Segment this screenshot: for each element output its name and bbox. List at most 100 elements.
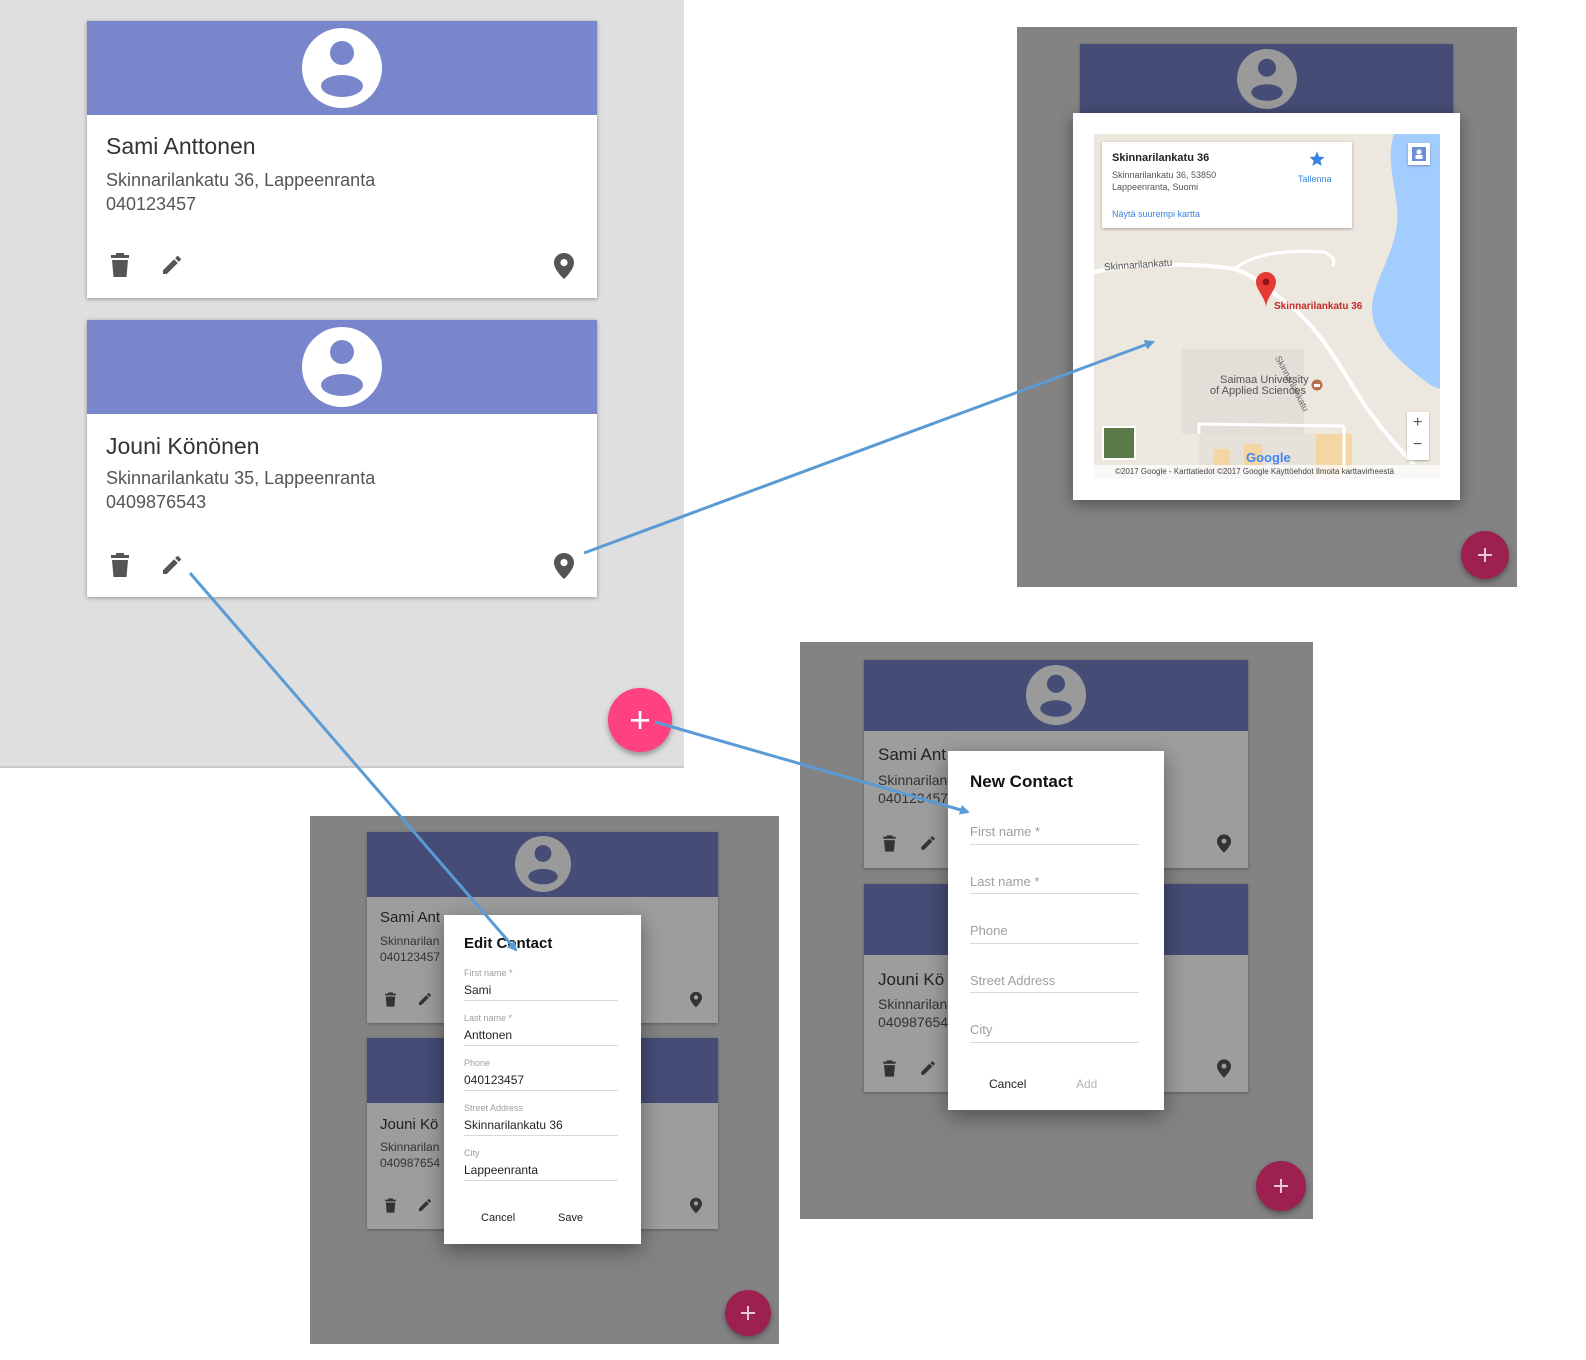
location-pin-icon[interactable] <box>554 553 574 579</box>
edit-icon[interactable] <box>919 1059 937 1077</box>
location-pin-icon[interactable] <box>1217 1059 1231 1078</box>
contact-phone: 0409876543 <box>106 492 207 512</box>
person-icon <box>1412 147 1426 161</box>
field-label: Phone <box>970 923 1008 938</box>
contact-card: Sami Anttonen Skinnarilankatu 36, Lappee… <box>87 21 597 298</box>
field-label: City <box>464 1148 480 1158</box>
account-circle-icon <box>1026 665 1086 725</box>
contact-phone: 040123457 <box>878 790 949 806</box>
field-label: First name * <box>464 968 513 978</box>
cancel-button[interactable]: Cancel <box>989 1077 1026 1091</box>
add-contact-button[interactable] <box>1256 1161 1306 1211</box>
add-icon <box>631 711 649 729</box>
add-contact-button[interactable] <box>608 688 672 752</box>
cancel-button[interactable]: Cancel <box>481 1212 515 1224</box>
field-label: Last name * <box>464 1013 513 1023</box>
zoom-out-button[interactable]: − <box>1413 436 1422 454</box>
contact-name: Sami Anttonen <box>106 133 256 159</box>
dialog-title: New Contact <box>970 772 1073 791</box>
edit-icon[interactable] <box>160 553 184 577</box>
map-footer-bar: ©2017 Google - Karttatiedot ©2017 Google… <box>1094 465 1440 479</box>
contact-address: Skinnarilankatu 36, Lappeenranta <box>106 170 376 190</box>
edit-icon[interactable] <box>160 253 184 277</box>
map-dialog: Skinnarilankatu 36 Skinnarilankatu 36, 5… <box>1073 113 1460 500</box>
field-label: City <box>970 1022 993 1037</box>
contacts-list-view: Sami Anttonen Skinnarilankatu 36, Lappee… <box>0 0 684 768</box>
delete-icon[interactable] <box>882 1060 897 1077</box>
contact-name: Jouni Kö <box>380 1116 439 1133</box>
contact-name: Jouni Kö <box>878 970 945 989</box>
edit-contact-view: Sami Ant Skinnarilan 040123457 Jouni Kö … <box>310 816 779 1344</box>
new-contact-view: Sami Ant Skinnarilan 040123457 Jouni Kö … <box>800 642 1313 1219</box>
location-pin-icon[interactable] <box>690 991 702 1008</box>
map-footer: ©2017 Google - Karttatiedot ©2017 Google… <box>1115 467 1395 476</box>
add-button[interactable]: Add <box>1076 1077 1097 1091</box>
contact-phone: 040987654 <box>878 1014 949 1030</box>
contact-name: Jouni Könönen <box>106 433 260 459</box>
field-value: Sami <box>464 983 492 997</box>
street-address-field[interactable]: Street Address Skinnarilankatu 36 <box>464 1103 618 1136</box>
account-circle-icon <box>302 327 382 407</box>
delete-icon[interactable] <box>384 992 397 1007</box>
add-contact-button[interactable] <box>725 1290 771 1336</box>
field-value: Lappeenranta <box>464 1163 539 1177</box>
contact-phone: 040987654 <box>380 1156 441 1170</box>
delete-icon[interactable] <box>882 835 897 852</box>
larger-map-link[interactable]: Näytä suurempi kartta <box>1112 209 1200 219</box>
place-address-line2: Lappeenranta, Suomi <box>1112 182 1199 192</box>
edit-icon[interactable] <box>417 991 433 1007</box>
field-label: First name * <box>970 824 1041 839</box>
place-address-line1: Skinnarilankatu 36, 53850 <box>1112 170 1217 180</box>
map-pin-icon <box>1256 272 1276 308</box>
contact-address: Skinnarilankatu 35, Lappeenranta <box>106 468 376 488</box>
account-circle-icon <box>515 836 571 892</box>
last-name-field[interactable]: Last name * Anttonen <box>464 1013 618 1046</box>
delete-icon[interactable] <box>109 253 131 277</box>
school-icon <box>1311 379 1323 391</box>
last-name-field[interactable]: Last name * <box>970 871 1139 894</box>
pin-label: Skinnarilankatu 36 <box>1274 301 1363 312</box>
first-name-field[interactable]: First name * <box>970 821 1139 845</box>
location-pin-icon[interactable] <box>554 253 574 279</box>
delete-icon[interactable] <box>384 1198 397 1213</box>
edit-icon[interactable] <box>417 1197 433 1213</box>
account-circle-icon <box>1237 49 1297 109</box>
contact-address: Skinnarilan <box>878 772 948 788</box>
poi-label-line2: of Applied Sciences <box>1210 385 1307 397</box>
field-value: Anttonen <box>464 1028 513 1042</box>
add-icon <box>1478 548 1492 562</box>
location-pin-icon[interactable] <box>690 1197 702 1214</box>
contact-name: Sami Ant <box>380 909 441 926</box>
add-contact-button[interactable] <box>1461 531 1509 579</box>
city-field[interactable]: City <box>970 1019 1139 1043</box>
zoom-in-button[interactable]: + <box>1413 414 1422 432</box>
place-info-card: Skinnarilankatu 36 Skinnarilankatu 36, 5… <box>1102 142 1352 228</box>
embedded-map[interactable]: Skinnarilankatu 36 Skinnarilankatu 36, 5… <box>1094 134 1440 479</box>
first-name-field[interactable]: First name * Sami <box>464 968 618 1001</box>
satellite-toggle[interactable] <box>1102 426 1136 460</box>
field-label: Last name * <box>970 874 1040 889</box>
google-logo: Google <box>1246 450 1291 465</box>
save-place-button[interactable]: Tallenna <box>1298 174 1332 184</box>
delete-icon[interactable] <box>109 553 131 577</box>
contact-address: Skinnarilan <box>878 996 948 1012</box>
contact-address: Skinnarilan <box>380 1140 440 1154</box>
contact-phone: 040123457 <box>380 950 441 964</box>
place-title: Skinnarilankatu 36 <box>1112 152 1210 164</box>
location-pin-icon[interactable] <box>1217 834 1231 853</box>
star-icon[interactable] <box>1308 150 1326 168</box>
phone-field[interactable]: Phone 040123457 <box>464 1058 618 1091</box>
map-view: Skinnarilankatu 36 Skinnarilankatu 36, 5… <box>1017 27 1517 587</box>
edit-icon[interactable] <box>919 834 937 852</box>
save-button[interactable]: Save <box>558 1212 583 1224</box>
field-label: Street Address <box>970 973 1056 988</box>
field-label: Street Address <box>464 1103 524 1113</box>
contact-address: Skinnarilan <box>380 934 440 948</box>
phone-field[interactable]: Phone <box>970 920 1139 944</box>
street-address-field[interactable]: Street Address <box>970 970 1139 993</box>
contact-phone: 040123457 <box>106 194 197 214</box>
city-field[interactable]: City Lappeenranta <box>464 1148 618 1181</box>
field-value: Skinnarilankatu 36 <box>464 1118 563 1132</box>
edit-contact-dialog: Edit Contact First name * Sami Last name… <box>444 915 641 1244</box>
street-view-button[interactable] <box>1408 143 1430 165</box>
